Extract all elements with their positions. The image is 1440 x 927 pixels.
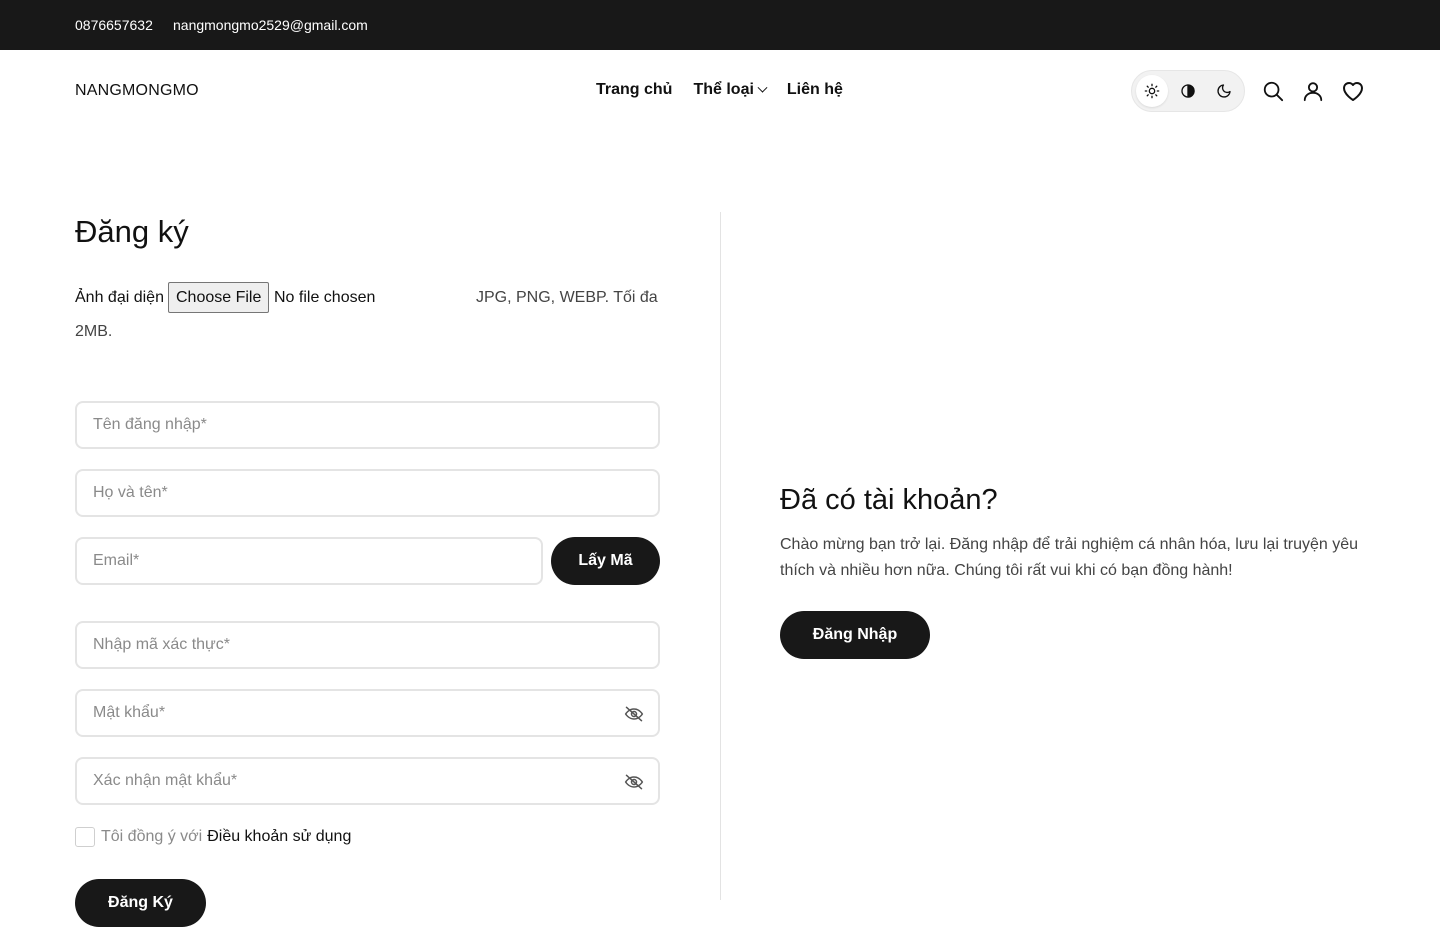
nav-item-categories[interactable]: Thể loại	[693, 81, 768, 99]
nav-item-home[interactable]: Trang chủ	[596, 81, 672, 99]
eye-off-icon[interactable]	[624, 772, 644, 792]
register-title: Đăng ký	[75, 214, 189, 249]
username-field	[75, 401, 660, 449]
file-hint-continued: 2MB.	[75, 323, 113, 340]
terms-link[interactable]: Điều khoản sử dụng	[207, 828, 351, 846]
email-field	[75, 537, 543, 585]
get-code-button[interactable]: Lấy Mã	[551, 537, 660, 585]
password-input[interactable]	[93, 691, 593, 735]
theme-contrast-button[interactable]	[1172, 75, 1204, 107]
nav-item-label: Trang chủ	[596, 81, 673, 98]
eye-off-icon[interactable]	[624, 704, 644, 724]
chevron-down-icon	[757, 82, 768, 93]
column-divider	[720, 212, 721, 900]
nav-item-contact[interactable]: Liên hệ	[787, 81, 843, 99]
theme-dark-button[interactable]	[1208, 75, 1240, 107]
sun-icon	[1144, 83, 1160, 99]
theme-switcher	[1131, 70, 1245, 112]
search-icon	[1263, 81, 1284, 102]
terms-agreement: Tôi đồng ý với Điều khoản sử dụng	[75, 827, 351, 847]
fullname-input[interactable]	[93, 471, 593, 515]
password-field	[75, 689, 660, 737]
heart-icon	[1343, 82, 1363, 101]
confirm-password-field	[75, 757, 660, 805]
top-contact-bar: 0876657632 nangmongmo2529@gmail.com	[0, 0, 1440, 50]
nav-item-label: Liên hệ	[786, 81, 843, 98]
file-hint: JPG, PNG, WEBP. Tối đa	[476, 289, 658, 306]
fullname-field	[75, 469, 660, 517]
moon-icon	[1217, 84, 1231, 98]
site-header: NANGMONGMO Trang chủ Thể loại Liên hệ	[0, 50, 1440, 132]
nav-item-label: Thể loại	[693, 81, 754, 98]
agree-text: Tôi đồng ý với	[101, 828, 203, 845]
contact-email[interactable]: nangmongmo2529@gmail.com	[173, 17, 368, 33]
email-input[interactable]	[93, 539, 513, 583]
contact-phone[interactable]: 0876657632	[75, 17, 153, 33]
register-submit-button[interactable]: Đăng Ký	[75, 879, 206, 927]
verification-code-field	[75, 621, 660, 669]
confirm-password-input[interactable]	[93, 759, 593, 803]
user-icon	[1303, 82, 1323, 102]
verification-code-input[interactable]	[93, 623, 593, 667]
choose-file-button[interactable]: Choose File	[168, 282, 270, 313]
contrast-icon	[1181, 84, 1195, 98]
login-panel-description: Chào mừng bạn trở lại. Đăng nhập để trải…	[780, 536, 1359, 579]
file-status: No file chosen	[274, 289, 376, 306]
search-button[interactable]	[1260, 78, 1286, 104]
wishlist-button[interactable]	[1340, 78, 1366, 104]
login-button[interactable]: Đăng Nhập	[780, 611, 930, 659]
theme-light-button[interactable]	[1136, 75, 1168, 107]
avatar-label: Ảnh đại diện	[75, 289, 164, 306]
account-button[interactable]	[1300, 78, 1326, 104]
terms-checkbox[interactable]	[75, 827, 95, 847]
username-input[interactable]	[93, 403, 593, 447]
site-logo[interactable]: NANGMONGMO	[75, 82, 199, 100]
login-panel-title: Đã có tài khoản?	[780, 484, 998, 516]
main-nav: Trang chủ Thể loại Liên hệ	[596, 81, 864, 99]
